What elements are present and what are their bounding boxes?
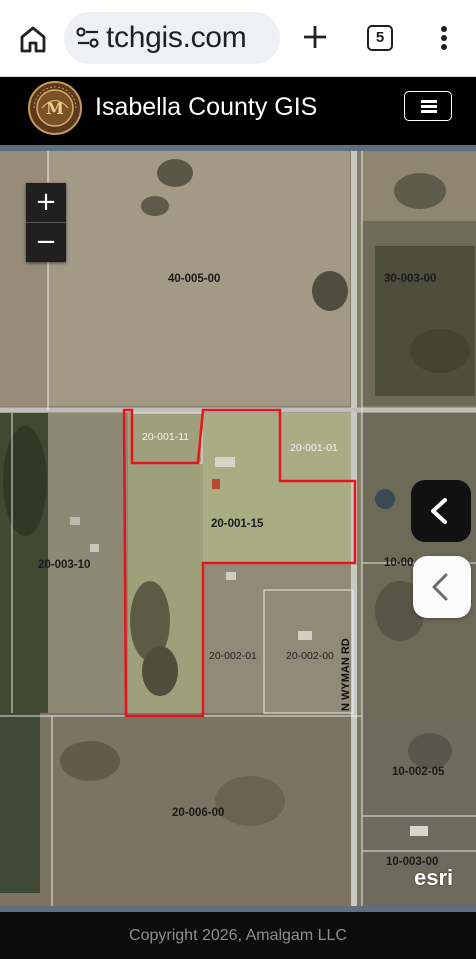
- county-seal-logo: M: [28, 81, 82, 135]
- panel-toggle-button[interactable]: [411, 480, 471, 542]
- svg-text:M: M: [46, 99, 64, 118]
- parcel-label[interactable]: 10-002-05: [392, 766, 444, 778]
- tune-icon[interactable]: [76, 27, 100, 49]
- hamburger-icon[interactable]: [404, 91, 452, 121]
- parcel-label[interactable]: 40-005-00: [168, 273, 220, 285]
- parcel-label[interactable]: 30-003-00: [384, 273, 436, 285]
- parcel-label[interactable]: 20-003-10: [38, 559, 90, 571]
- footer: Copyright 2026, Amalgam LLC: [0, 912, 476, 959]
- parcel-label[interactable]: 20-001-11: [142, 431, 189, 443]
- parcel-label[interactable]: 20-006-00: [172, 807, 224, 819]
- parcel-label[interactable]: 20-002-01: [209, 650, 257, 662]
- browser-toolbar: tchgis.com 5: [0, 0, 476, 77]
- copyright-text: Copyright 2026, Amalgam LLC: [129, 927, 347, 944]
- zoom-in-button[interactable]: +: [26, 183, 66, 222]
- app-title: Isabella County GIS: [95, 93, 318, 121]
- address-bar[interactable]: tchgis.com: [64, 12, 280, 64]
- panel-toggle-button[interactable]: [413, 556, 471, 618]
- app-header: M Isabella County GIS: [0, 77, 476, 141]
- parcel-label[interactable]: 10-00: [384, 557, 413, 569]
- chevron-left-icon: [431, 498, 447, 524]
- zoom-out-button[interactable]: −: [26, 223, 66, 262]
- parcel-label[interactable]: 20-001-15: [211, 518, 263, 530]
- parcel-label[interactable]: 20-001-01: [290, 442, 338, 454]
- parcel-label[interactable]: 20-002-00: [286, 650, 334, 662]
- zoom-control: + −: [26, 183, 66, 262]
- plus-icon[interactable]: [300, 22, 330, 52]
- chevron-left-icon: [432, 573, 448, 601]
- esri-attribution[interactable]: esri: [414, 865, 453, 891]
- map-view[interactable]: 40-005-00 30-003-00 20-001-11 20-001-01 …: [0, 145, 476, 912]
- home-icon[interactable]: [16, 22, 50, 56]
- kebab-menu-icon[interactable]: [432, 24, 456, 52]
- tab-switcher-icon[interactable]: 5: [367, 25, 393, 51]
- road-label: N WYMAN RD: [340, 638, 352, 711]
- url-text[interactable]: tchgis.com: [106, 21, 247, 55]
